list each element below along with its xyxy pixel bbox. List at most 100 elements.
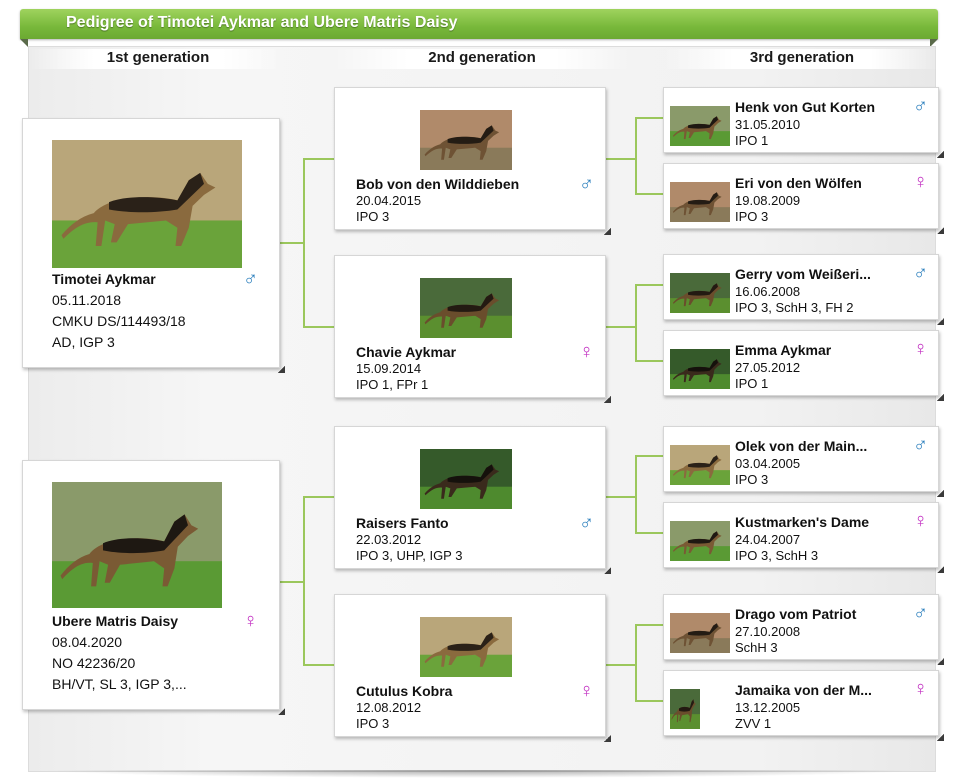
dog-detail: 20.04.2015 <box>356 193 422 208</box>
dog-name[interactable]: Kustmarken's Dame <box>735 514 901 530</box>
dog-photo[interactable] <box>670 349 730 389</box>
card-corner <box>278 366 285 373</box>
female-symbol-icon: ♀ <box>913 338 928 360</box>
c3-dog-card[interactable]: Jamaika von der M... 13.12.2005 ZVV 1 ♀ <box>663 670 944 741</box>
dog-photo[interactable] <box>670 106 730 146</box>
card-corner <box>937 227 944 234</box>
dog-detail: IPO 3 <box>735 209 769 224</box>
c2-dog-card[interactable]: Cutulus Kobra 12.08.2012 IPO 3 ♀ <box>334 594 611 742</box>
c1-dog-card[interactable]: Timotei Aykmar 05.11.2018 CMKU DS/114493/1… <box>22 118 285 373</box>
card-corner <box>604 567 611 574</box>
dog-photo[interactable] <box>670 273 730 313</box>
dog-photo[interactable] <box>420 110 512 170</box>
card-corner <box>604 228 611 235</box>
male-symbol-icon: ♂ <box>579 173 594 195</box>
pedigree-connector <box>635 455 663 457</box>
dog-name[interactable]: Olek von der Main... <box>735 438 901 454</box>
pedigree-connector <box>635 624 663 626</box>
pedigree-connector <box>280 581 304 583</box>
c3-dog-card[interactable]: Kustmarken's Dame 24.04.2007 IPO 3, SchH 3… <box>663 502 944 573</box>
dog-detail: 15.09.2014 <box>356 361 422 376</box>
card-corner <box>937 151 944 158</box>
c2-dog-card[interactable]: Bob von den Wilddieben 20.04.2015 IPO 3 ♂ <box>334 87 611 235</box>
c3-dog-card[interactable]: Olek von der Main... 03.04.2005 IPO 3 ♂ <box>663 426 944 497</box>
header-2nd-generation: 2nd generation <box>334 49 630 69</box>
dog-name[interactable]: Henk von Gut Korten <box>735 99 901 115</box>
pedigree-connector <box>606 158 636 160</box>
c3-dog-card[interactable]: Drago vom Patriot 27.10.2008 SchH 3 ♂ <box>663 594 944 665</box>
pedigree-connector <box>303 496 305 666</box>
pedigree-connector <box>303 158 334 160</box>
dog-detail: SchH 3 <box>735 640 778 655</box>
dog-name[interactable]: Chavie Aykmar <box>356 344 576 360</box>
dog-photo[interactable] <box>420 278 512 338</box>
header-3rd-generation: 3rd generation <box>664 49 940 69</box>
c3-dog-card[interactable]: Gerry vom Weißeri... 16.06.2008 IPO 3, Sch… <box>663 254 944 325</box>
dog-photo[interactable] <box>670 613 730 653</box>
card-corner <box>937 566 944 573</box>
c3-dog-card[interactable]: Eri von den Wölfen 19.08.2009 IPO 3 ♀ <box>663 163 944 234</box>
male-symbol-icon: ♂ <box>243 268 258 290</box>
page-title: Pedigree of Timotei Aykmar and Ubere Mat… <box>66 14 458 31</box>
dog-name[interactable]: Raisers Fanto <box>356 515 576 531</box>
dog-name[interactable]: Timotei Aykmar <box>52 271 238 287</box>
dog-photo[interactable] <box>670 689 700 729</box>
female-symbol-icon: ♀ <box>243 610 258 632</box>
dog-detail: IPO 3, SchH 3 <box>735 548 819 563</box>
dog-name[interactable]: Bob von den Wilddieben <box>356 176 576 192</box>
male-symbol-icon: ♂ <box>913 95 928 117</box>
dog-detail: CMKU DS/114493/18 <box>52 313 186 329</box>
pedigree-connector <box>635 284 663 286</box>
dog-detail: IPO 3, UHP, IGP 3 <box>356 548 463 563</box>
dog-detail: 31.05.2010 <box>735 117 801 132</box>
c1-dog-card[interactable]: Ubere Matris Daisy 08.04.2020 NO 42236/20 B… <box>22 460 285 715</box>
pedigree-connector <box>606 326 636 328</box>
female-symbol-icon: ♀ <box>913 171 928 193</box>
pedigree-connector <box>303 496 334 498</box>
card-corner <box>604 735 611 742</box>
dog-detail: IPO 1 <box>735 376 769 391</box>
dog-name[interactable]: Emma Aykmar <box>735 342 901 358</box>
dog-photo[interactable] <box>52 140 242 268</box>
dog-detail: IPO 3 <box>356 716 390 731</box>
c2-dog-card[interactable]: Raisers Fanto 22.03.2012 IPO 3, UHP, IGP 3… <box>334 426 611 574</box>
dog-name[interactable]: Jamaika von der M... <box>735 682 901 698</box>
dog-detail: 12.08.2012 <box>356 700 422 715</box>
dog-name[interactable]: Drago vom Patriot <box>735 606 901 622</box>
pedigree-connector <box>635 284 637 362</box>
female-symbol-icon: ♀ <box>579 341 594 363</box>
c3-dog-card[interactable]: Emma Aykmar 27.05.2012 IPO 1 ♀ <box>663 330 944 401</box>
male-symbol-icon: ♂ <box>913 434 928 456</box>
dog-detail: NO 42236/20 <box>52 655 136 671</box>
dog-name[interactable]: Cutulus Kobra <box>356 683 576 699</box>
c2-dog-card[interactable]: Chavie Aykmar 15.09.2014 IPO 1, FPr 1 ♀ <box>334 255 611 403</box>
dog-detail: AD, IGP 3 <box>52 334 115 350</box>
dog-photo[interactable] <box>670 521 730 561</box>
dog-name[interactable]: Eri von den Wölfen <box>735 175 901 191</box>
c3-dog-card[interactable]: Henk von Gut Korten 31.05.2010 IPO 1 ♂ <box>663 87 944 158</box>
pedigree-connector <box>303 326 334 328</box>
female-symbol-icon: ♀ <box>913 510 928 532</box>
card-corner <box>937 658 944 665</box>
dog-photo[interactable] <box>420 617 512 677</box>
dog-detail: 24.04.2007 <box>735 532 801 547</box>
dog-photo[interactable] <box>670 445 730 485</box>
dog-name[interactable]: Gerry vom Weißeri... <box>735 266 901 282</box>
pedigree-connector <box>635 532 663 534</box>
pedigree-connector <box>303 664 334 666</box>
dog-photo[interactable] <box>420 449 512 509</box>
dog-photo[interactable] <box>52 482 222 608</box>
male-symbol-icon: ♂ <box>913 602 928 624</box>
dog-detail: IPO 1 <box>735 133 769 148</box>
header-1st-generation: 1st generation <box>30 49 286 69</box>
pedigree-connector <box>303 158 305 328</box>
pedigree-connector <box>635 117 663 119</box>
dog-detail: 16.06.2008 <box>735 284 801 299</box>
dog-photo[interactable] <box>670 182 730 222</box>
pedigree-connector <box>280 242 304 244</box>
card-corner <box>937 394 944 401</box>
dog-name[interactable]: Ubere Matris Daisy <box>52 613 238 629</box>
card-corner <box>937 490 944 497</box>
dog-detail: 27.05.2012 <box>735 360 801 375</box>
female-symbol-icon: ♀ <box>579 680 594 702</box>
